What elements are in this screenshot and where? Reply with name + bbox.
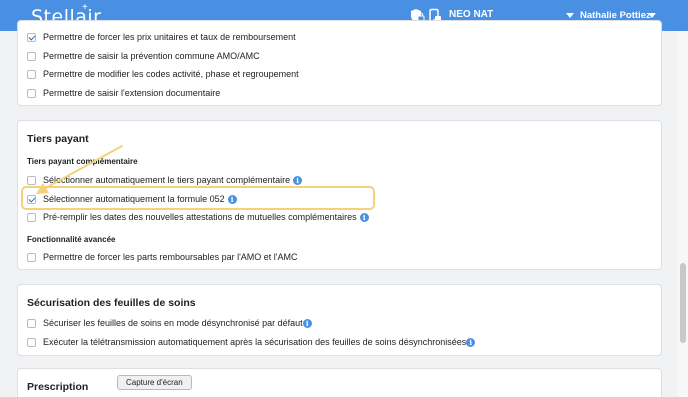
checkbox-label: Sécuriser les feuilles de soins en mode …: [43, 318, 303, 328]
checkbox-label: Permettre de forcer les parts remboursab…: [43, 252, 298, 262]
checkbox[interactable]: [27, 32, 36, 42]
checkbox-label: Permettre de modifier les codes activité…: [43, 69, 299, 79]
screenshot-tooltip: Capture d'écran: [117, 375, 192, 390]
list-item[interactable]: Permettre de saisir l'extension document…: [27, 86, 220, 100]
checkbox[interactable]: [27, 69, 36, 79]
checkbox-label: Permettre de saisir la prévention commun…: [43, 51, 260, 61]
checkbox-label: Permettre de saisir l'extension document…: [43, 88, 221, 98]
scrollbar[interactable]: [678, 31, 688, 397]
card-prescription: Prescription: [17, 368, 662, 397]
chevron-down-icon: [566, 13, 574, 18]
checkbox[interactable]: [27, 318, 36, 328]
section-title: Prescription: [27, 381, 89, 393]
info-icon[interactable]: i: [293, 175, 303, 185]
checkbox[interactable]: [27, 88, 36, 98]
user-chevron-down-icon[interactable]: [648, 13, 656, 18]
info-icon[interactable]: i: [466, 337, 476, 347]
checkbox-label: Exécuter la télétransmission automatique…: [43, 337, 467, 347]
list-item[interactable]: Permettre de saisir la prévention commun…: [27, 49, 260, 63]
checkbox[interactable]: [27, 337, 36, 347]
list-item[interactable]: Sécuriser les feuilles de soins en mode …: [27, 316, 312, 330]
section-title: Sécurisation des feuilles de soins: [27, 297, 196, 309]
list-item[interactable]: Permettre de modifier les codes activité…: [27, 67, 299, 81]
list-item[interactable]: Pré-remplir les dates des nouvelles atte…: [27, 210, 369, 224]
checkbox[interactable]: [27, 212, 36, 222]
list-item[interactable]: Exécuter la télétransmission automatique…: [27, 335, 476, 349]
annotation-arrow-icon: [36, 145, 123, 194]
checkbox[interactable]: [27, 252, 36, 262]
card-permissions: Permettre de forcer les prix unitaires e…: [17, 20, 662, 106]
checkbox[interactable]: [27, 51, 36, 61]
checkbox-label: Pré-remplir les dates des nouvelles atte…: [43, 212, 357, 222]
info-icon[interactable]: i: [302, 318, 312, 328]
scrollbar-thumb[interactable]: [680, 263, 686, 343]
list-item[interactable]: Permettre de forcer les prix unitaires e…: [27, 30, 296, 44]
center-name: NEO NAT: [449, 9, 494, 20]
logo-star-icon: +: [82, 2, 88, 13]
info-icon[interactable]: i: [359, 212, 369, 222]
subsection-title: Fonctionnalité avancée: [27, 235, 116, 244]
card-securisation: Sécurisation des feuilles de soins Sécur…: [17, 284, 662, 356]
checkbox-label: Permettre de forcer les prix unitaires e…: [43, 32, 296, 42]
list-item[interactable]: Permettre de forcer les parts remboursab…: [27, 250, 298, 264]
